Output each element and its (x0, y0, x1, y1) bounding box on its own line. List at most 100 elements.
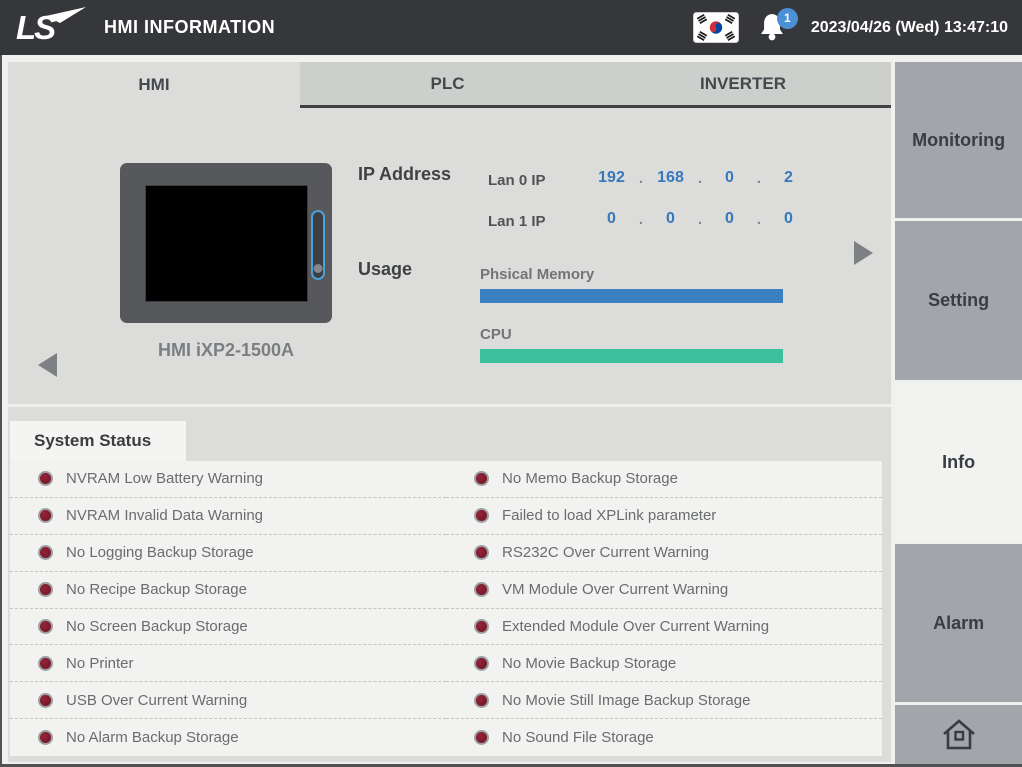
ip-dot: . (635, 211, 647, 228)
memory-usage-fill (480, 289, 783, 303)
lan1-octet-4: 0 (765, 210, 812, 228)
ip-address-section-label: IP Address (358, 164, 451, 185)
korea-flag-icon[interactable] (693, 12, 739, 43)
status-item: Extended Module Over Current Warning (446, 609, 882, 646)
status-item-label: Extended Module Over Current Warning (502, 618, 769, 635)
tab-bar: HMI PLC INVERTER (8, 62, 891, 108)
lan1-ip-value: 0 . 0 . 0 . 0 (588, 210, 812, 228)
status-item: No Alarm Backup Storage (10, 719, 446, 756)
lan1-label: Lan 1 IP (488, 213, 546, 230)
status-item-label: Failed to load XPLink parameter (502, 507, 716, 524)
status-led-icon (474, 656, 489, 671)
status-led-icon (474, 471, 489, 486)
datetime-display: 2023/04/26 (Wed) 13:47:10 (811, 19, 1008, 37)
logo-swoosh-icon (44, 7, 88, 25)
lan0-octet-1: 192 (588, 169, 635, 187)
status-led-icon (38, 693, 53, 708)
next-device-arrow[interactable] (854, 241, 873, 265)
status-item-label: No Printer (66, 655, 134, 672)
status-led-icon (474, 508, 489, 523)
notification-badge: 1 (777, 8, 798, 29)
device-model-label: HMI iXP2-1500A (120, 340, 332, 361)
status-item-label: No Screen Backup Storage (66, 618, 248, 635)
tab-inverter[interactable]: INVERTER (595, 62, 891, 108)
status-item-label: No Sound File Storage (502, 729, 654, 746)
status-led-icon (38, 545, 53, 560)
status-item: No Movie Backup Storage (446, 645, 882, 682)
home-button[interactable] (895, 705, 1022, 765)
prev-device-arrow[interactable] (38, 353, 57, 377)
status-item-label: RS232C Over Current Warning (502, 544, 709, 561)
status-item: No Printer (10, 645, 446, 682)
tab-hmi[interactable]: HMI (8, 62, 300, 108)
status-led-icon (38, 730, 53, 745)
usage-section-label: Usage (358, 259, 412, 280)
notification-bell-button[interactable]: 1 (755, 11, 789, 45)
lan0-octet-3: 0 (706, 169, 753, 187)
status-item: No Movie Still Image Backup Storage (446, 682, 882, 719)
header-right: 1 2023/04/26 (Wed) 13:47:10 (693, 11, 1008, 45)
status-item-label: NVRAM Invalid Data Warning (66, 507, 263, 524)
ip-dot: . (694, 170, 706, 187)
content-area: HMI PLC INVERTER HMI iXP2-1500A IP Addre… (0, 55, 1022, 767)
status-item: NVRAM Invalid Data Warning (10, 498, 446, 535)
slot-dot-icon (314, 264, 323, 273)
status-led-icon (38, 656, 53, 671)
cpu-bar-label: CPU (480, 326, 512, 343)
home-icon (940, 717, 978, 753)
sidebar-item-alarm[interactable]: Alarm (895, 544, 1022, 702)
status-item-label: VM Module Over Current Warning (502, 581, 728, 598)
memory-usage-bar (480, 289, 783, 303)
lan0-octet-2: 168 (647, 169, 694, 187)
ip-dot: . (753, 211, 765, 228)
status-item-label: No Movie Backup Storage (502, 655, 676, 672)
sidebar-item-info[interactable]: Info (895, 383, 1022, 541)
system-status-panel: System Status NVRAM Low Battery Warning … (8, 407, 891, 762)
lan1-octet-2: 0 (647, 210, 694, 228)
hmi-screen: LS HMI INFORMATION (0, 0, 1022, 767)
status-item-label: No Recipe Backup Storage (66, 581, 247, 598)
status-led-icon (38, 471, 53, 486)
status-item-label: No Logging Backup Storage (66, 544, 254, 561)
sidebar: Monitoring Setting Info Alarm (895, 55, 1022, 767)
sidebar-item-setting[interactable]: Setting (895, 221, 1022, 380)
top-bar: LS HMI INFORMATION (0, 0, 1022, 55)
status-item: VM Module Over Current Warning (446, 572, 882, 609)
status-item-label: No Movie Still Image Backup Storage (502, 692, 750, 709)
cpu-usage-fill (480, 349, 783, 363)
hmi-device-image (120, 163, 332, 323)
lan0-ip-value: 192 . 168 . 0 . 2 (588, 169, 812, 187)
status-item: NVRAM Low Battery Warning (10, 461, 446, 498)
lan0-octet-4: 2 (765, 169, 812, 187)
ip-dot: . (753, 170, 765, 187)
status-led-icon (474, 545, 489, 560)
status-led-icon (474, 693, 489, 708)
status-item-label: No Memo Backup Storage (502, 470, 678, 487)
page-title: HMI INFORMATION (104, 17, 275, 38)
tab-plc[interactable]: PLC (300, 62, 595, 108)
status-led-icon (474, 619, 489, 634)
status-item-label: USB Over Current Warning (66, 692, 247, 709)
status-led-icon (474, 582, 489, 597)
status-led-icon (38, 582, 53, 597)
status-item-label: NVRAM Low Battery Warning (66, 470, 263, 487)
sidebar-item-monitoring[interactable]: Monitoring (895, 62, 1022, 218)
status-led-icon (38, 508, 53, 523)
status-item: No Sound File Storage (446, 719, 882, 756)
system-status-title: System Status (10, 421, 186, 461)
memory-bar-label: Phsical Memory (480, 266, 594, 283)
system-status-list: NVRAM Low Battery Warning No Memo Backup… (10, 461, 882, 756)
status-led-icon (38, 619, 53, 634)
lan0-label: Lan 0 IP (488, 172, 546, 189)
main-column: HMI PLC INVERTER HMI iXP2-1500A IP Addre… (8, 55, 891, 767)
status-item: No Memo Backup Storage (446, 461, 882, 498)
status-item: No Recipe Backup Storage (10, 572, 446, 609)
device-screen (145, 185, 308, 302)
status-item-label: No Alarm Backup Storage (66, 729, 239, 746)
ip-dot: . (635, 170, 647, 187)
status-led-icon (474, 730, 489, 745)
status-item: RS232C Over Current Warning (446, 535, 882, 572)
cpu-usage-bar (480, 349, 783, 363)
status-item: No Logging Backup Storage (10, 535, 446, 572)
ip-dot: . (694, 211, 706, 228)
